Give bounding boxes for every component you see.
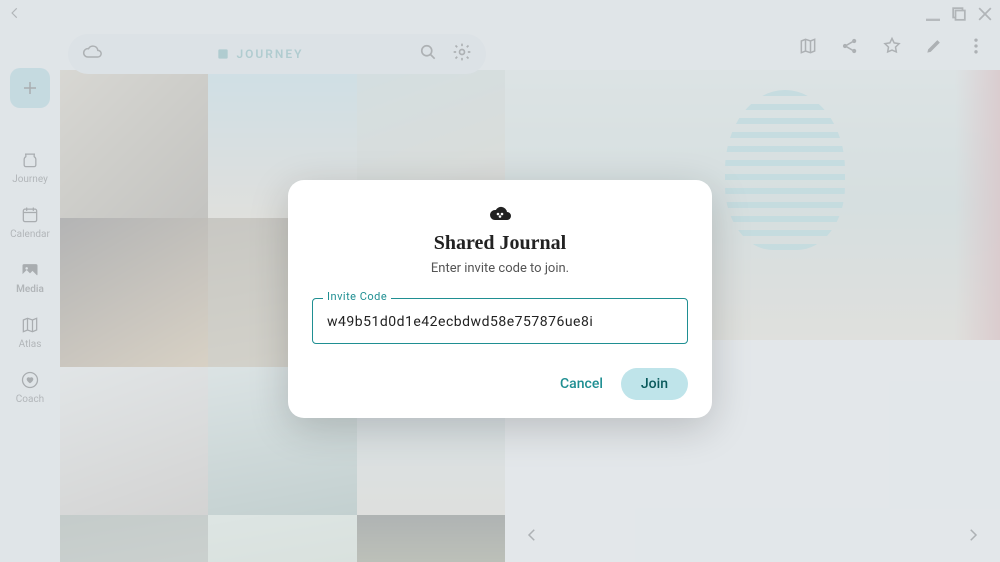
dialog-subtitle: Enter invite code to join. <box>312 261 688 276</box>
shared-journal-dialog: Shared Journal Enter invite code to join… <box>288 180 712 418</box>
invite-code-input[interactable] <box>325 313 679 331</box>
cancel-button[interactable]: Cancel <box>560 376 603 392</box>
join-button[interactable]: Join <box>621 368 688 400</box>
invite-code-legend: Invite Code <box>323 290 391 303</box>
invite-code-field[interactable]: Invite Code <box>312 298 688 344</box>
shared-cloud-icon <box>312 202 688 222</box>
dialog-title: Shared Journal <box>312 232 688 255</box>
